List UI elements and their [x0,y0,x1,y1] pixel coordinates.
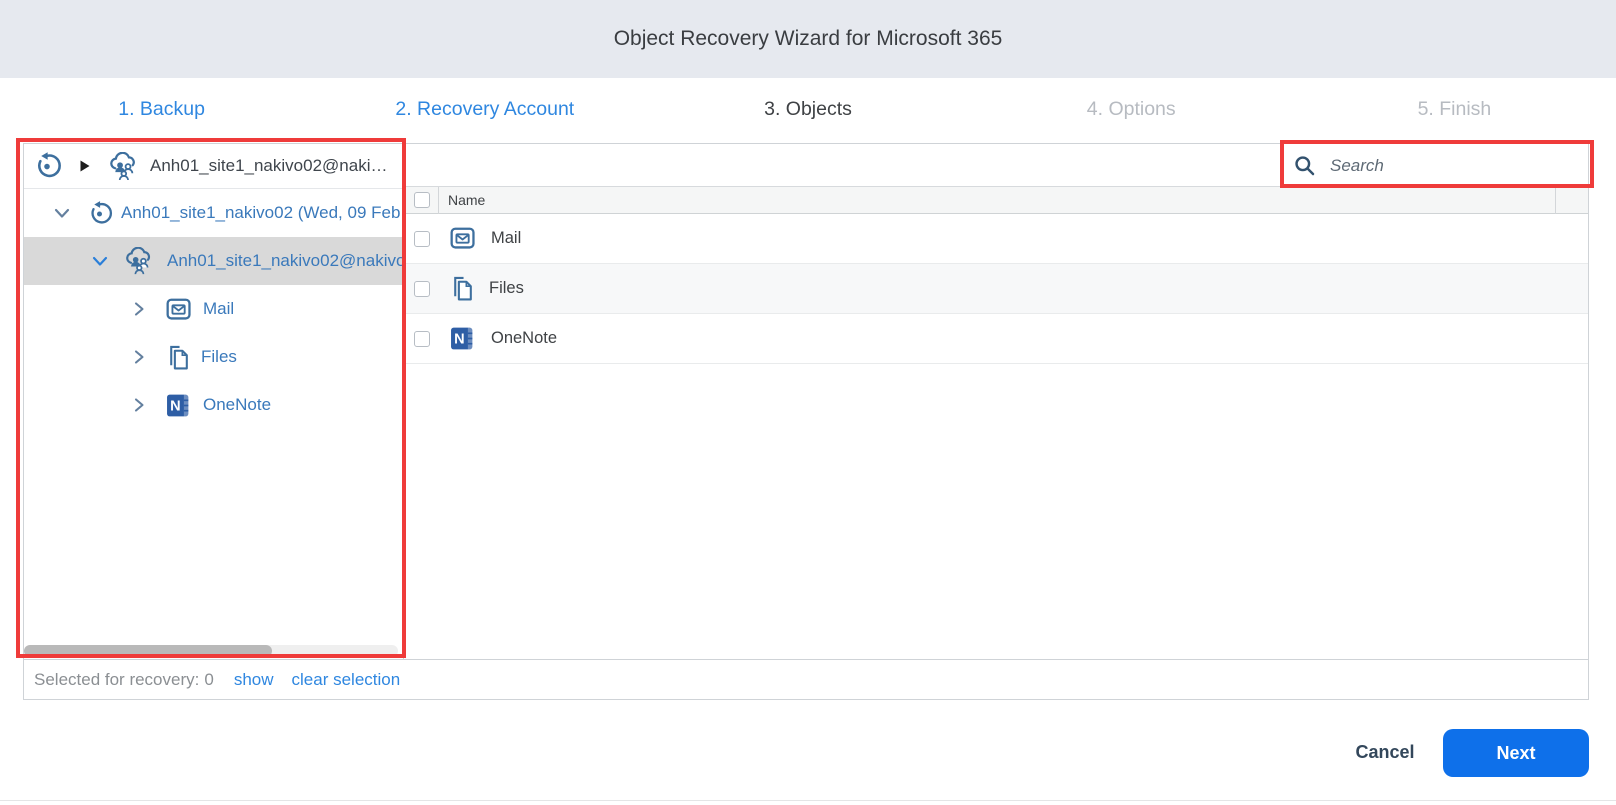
page-title: Object Recovery Wizard for Microsoft 365 [614,27,1003,51]
tree-recovery-point-label: Anh01_site1_nakivo02 (Wed, 09 Feb [121,203,400,223]
next-button[interactable]: Next [1443,729,1589,777]
window-bottom-edge [0,800,1616,801]
step-finish: 5. Finish [1293,78,1616,140]
step-backup[interactable]: 1. Backup [0,78,323,140]
object-recovery-wizard-window: Object Recovery Wizard for Microsoft 365… [0,0,1616,805]
objects-list-panel: Name Mail [404,144,1588,659]
selected-count: 0 [204,670,213,690]
files-icon [450,275,475,302]
tree-row-files[interactable]: Files [24,333,403,381]
table-row-onenote[interactable]: N OneNote [404,314,1588,364]
tree-row-mail[interactable]: Mail [24,285,403,333]
titlebar: Object Recovery Wizard for Microsoft 365 [0,0,1616,78]
objects-content-box: Anh01_site1_nakivo02@naki… Anh01_site1_n… [23,143,1589,700]
table-row-mail[interactable]: Mail [404,214,1588,264]
wizard-steps: 1. Backup 2. Recovery Account 3. Objects… [0,78,1616,140]
column-divider [1555,187,1556,214]
clear-selection-link[interactable]: clear selection [292,670,401,690]
tree-item-label: Mail [203,299,234,319]
row-label: Files [489,279,524,298]
m365-account-icon [124,247,155,275]
search-icon [1294,155,1316,177]
step-recovery-account[interactable]: 2. Recovery Account [323,78,646,140]
tree-row-root[interactable]: Anh01_site1_nakivo02@naki… [24,144,403,189]
column-header-name: Name [448,192,485,208]
tree-row-recovery-point[interactable]: Anh01_site1_nakivo02 (Wed, 09 Feb [24,189,403,237]
tree-item-label: Files [201,347,237,367]
svg-text:N: N [454,332,464,348]
m365-account-icon [108,152,140,181]
chevron-down-icon[interactable] [92,254,108,268]
selection-status-bar: Selected for recovery: 0 show clear sele… [24,659,1588,699]
cancel-button[interactable]: Cancel [1350,742,1420,763]
expander-triangle-icon[interactable] [80,160,90,172]
restore-point-icon [86,200,113,227]
selected-for-recovery-label: Selected for recovery: [34,670,199,690]
search-box [1282,144,1582,187]
step-objects: 3. Objects [646,78,969,140]
objects-table-header: Name [404,187,1588,214]
show-link[interactable]: show [234,670,274,690]
row-checkbox[interactable] [414,331,430,347]
chevron-right-icon[interactable] [132,349,146,365]
onenote-icon: N [450,326,477,351]
column-divider [438,187,439,214]
row-label: Mail [491,229,521,248]
tree-account-label: Anh01_site1_nakivo02@nakivo [167,251,403,271]
tree-horizontal-scrollbar[interactable] [24,645,398,657]
chevron-right-icon[interactable] [132,397,146,413]
onenote-icon: N [166,393,193,418]
search-input[interactable] [1330,144,1582,187]
restore-point-icon[interactable] [32,151,62,181]
row-checkbox[interactable] [414,281,430,297]
table-row-files[interactable]: Files [404,264,1588,314]
tree-row-onenote[interactable]: N OneNote [24,381,403,429]
files-icon [166,344,191,371]
backup-tree-panel: Anh01_site1_nakivo02@naki… Anh01_site1_n… [24,144,404,659]
chevron-right-icon[interactable] [132,301,146,317]
row-checkbox[interactable] [414,231,430,247]
step-options: 4. Options [970,78,1293,140]
chevron-down-icon[interactable] [54,206,70,220]
select-all-checkbox[interactable] [414,192,430,208]
scrollbar-thumb[interactable] [24,645,272,657]
mail-icon [166,297,193,322]
tree-row-account-selected[interactable]: Anh01_site1_nakivo02@nakivo [24,237,403,285]
mail-icon [450,226,477,251]
tree-root-label: Anh01_site1_nakivo02@naki… [150,156,387,176]
objects-toolbar [404,144,1588,187]
row-label: OneNote [491,329,557,348]
svg-text:N: N [170,398,180,414]
tree-item-label: OneNote [203,395,271,415]
